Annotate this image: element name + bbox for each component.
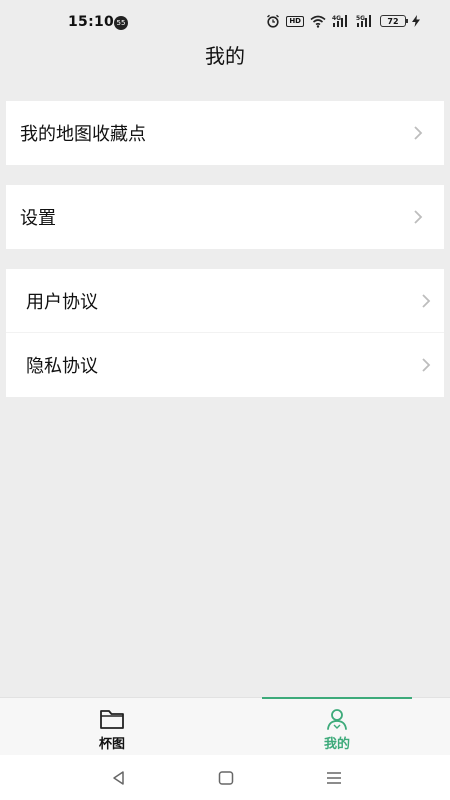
tab-cup-map[interactable]: 杯图: [42, 698, 182, 756]
tab-mine[interactable]: 我的: [267, 698, 407, 756]
chevron-right-icon: [414, 126, 423, 140]
notification-badge: 55: [114, 16, 128, 30]
menu-item-user-agreement[interactable]: 用户协议: [6, 269, 444, 333]
signal-4g-label: 4G: [332, 15, 341, 22]
chevron-right-icon: [422, 294, 431, 308]
status-bar: 15:10 55 HD 4G 5G 72: [0, 0, 450, 40]
hd-icon: HD: [286, 15, 304, 27]
battery-icon: 72: [380, 15, 408, 27]
tab-label: 杯图: [98, 737, 125, 752]
menu-item-settings[interactable]: 设置: [6, 185, 444, 249]
menu-item-label: 我的地图收藏点: [20, 124, 146, 145]
wifi-icon: [310, 13, 326, 29]
charging-icon: [412, 13, 420, 29]
page-title: 我的: [205, 44, 245, 68]
settings-card: 设置: [6, 185, 444, 249]
back-icon[interactable]: [110, 769, 128, 787]
folder-icon: [100, 710, 124, 729]
favorites-card: 我的地图收藏点: [6, 101, 444, 165]
status-time: 15:10: [68, 14, 115, 30]
status-icons: HD 4G 5G 72: [266, 13, 420, 29]
chevron-right-icon: [422, 358, 431, 372]
signal-4g-icon: 4G: [332, 13, 350, 29]
menu-item-privacy-agreement[interactable]: 隐私协议: [6, 333, 444, 397]
alarm-icon: [266, 13, 280, 29]
menu-item-label: 用户协议: [26, 292, 98, 313]
home-icon[interactable]: [217, 769, 235, 787]
agreements-card: 用户协议 隐私协议: [6, 269, 444, 397]
signal-5g-label: 5G: [356, 15, 365, 22]
chevron-right-icon: [414, 210, 423, 224]
signal-5g-icon: 5G: [356, 13, 374, 29]
menu-item-label: 设置: [20, 208, 56, 229]
system-nav-bar: [0, 755, 450, 800]
bottom-tab-bar: 杯图 我的: [0, 697, 450, 755]
menu-item-map-favorites[interactable]: 我的地图收藏点: [6, 101, 444, 165]
menu-item-label: 隐私协议: [26, 356, 98, 377]
menu-icon[interactable]: [325, 769, 343, 787]
user-icon: [327, 709, 347, 730]
tab-label: 我的: [323, 737, 350, 752]
screen: 15:10 55 HD 4G 5G 72 我的 我的地图收藏点 设置 用户协议 …: [0, 0, 450, 800]
